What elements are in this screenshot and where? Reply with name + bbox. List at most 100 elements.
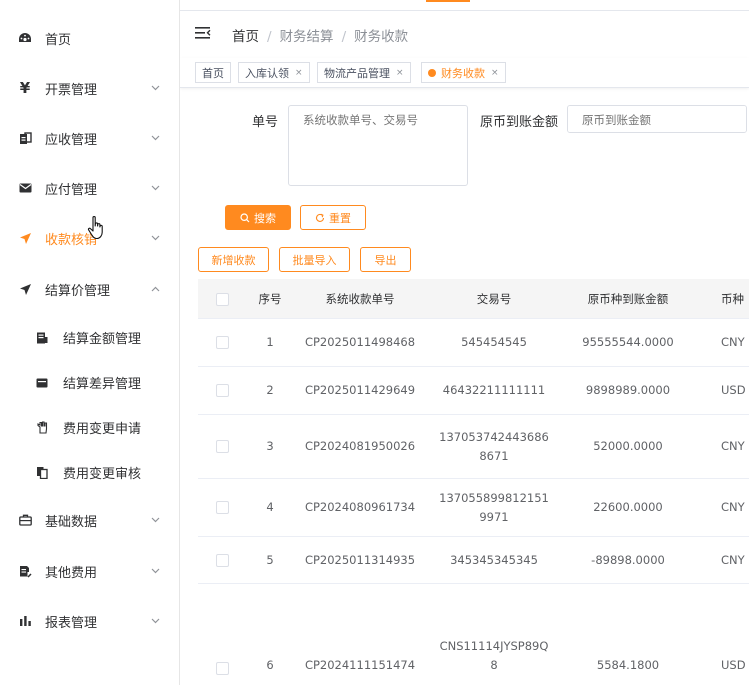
sidebar-item-other-fees[interactable]: 其他费用 <box>0 546 179 596</box>
cell-txn-no: 345345345345 <box>426 537 562 583</box>
cell-value: CP2025011314935 <box>304 552 416 567</box>
close-icon[interactable]: × <box>396 68 404 78</box>
cell-value: CP2024080961734 <box>304 500 416 514</box>
breadcrumb-separator: / <box>267 29 272 45</box>
refresh-icon <box>315 213 325 223</box>
export-button[interactable]: 导出 <box>360 247 411 272</box>
sidebar-subitem-settlement-amount[interactable]: 结算金额管理 <box>0 315 179 360</box>
table-row[interactable]: 2 CP2025011429649 46432211111111 9898989.00… <box>198 367 749 415</box>
cell-value: CP2025011498468 <box>304 335 416 349</box>
send-icon <box>17 230 33 246</box>
menu-toggle-icon[interactable] <box>195 26 211 40</box>
cell-value: 1370558998121519971 <box>439 490 549 524</box>
row-select-cell <box>198 479 246 536</box>
export-button-label: 导出 <box>374 253 397 267</box>
sidebar-item-receivables[interactable]: 应收管理 <box>0 113 179 163</box>
ledger-icon <box>35 331 49 345</box>
column-header-seq: 序号 <box>258 292 282 306</box>
cell-currency: CNY <box>694 479 749 536</box>
table-row[interactable]: 6 CP2024111151474 CNS11114JYSP89Q8 5584.180… <box>198 584 749 685</box>
active-dot-icon <box>428 68 436 77</box>
cell-receipt-no: CP2025011429649 <box>294 367 426 414</box>
main-content: 首页 / 财务结算 / 财务收款 首页 入库认领 × 物流产品管理 × 财务收款 × 单… <box>180 0 749 685</box>
sidebar-item-home[interactable]: 首页 <box>0 13 179 63</box>
cell-value: 2 <box>266 383 274 397</box>
sidebar: 首页 ¥ 开票管理 应收管理 应付管理 收款核销 结算价管理 结算金额管理 结算… <box>0 0 180 685</box>
cell-seq: 5 <box>246 537 294 583</box>
chevron-up-icon <box>150 284 160 294</box>
divider <box>180 10 749 11</box>
column-header-receipt-no: 系统收款单号 <box>325 292 395 306</box>
row-checkbox[interactable] <box>215 553 229 567</box>
search-button-label: 搜索 <box>254 211 276 225</box>
cell-value: USD <box>721 383 746 397</box>
select-all-checkbox[interactable] <box>215 292 229 306</box>
reset-button[interactable]: 重置 <box>300 205 366 230</box>
sidebar-item-payables[interactable]: 应付管理 <box>0 163 179 213</box>
close-icon[interactable]: × <box>491 68 499 78</box>
sidebar-subitem-fee-change-review[interactable]: 费用变更审核 <box>0 450 179 495</box>
row-checkbox[interactable] <box>215 336 229 349</box>
order-no-input[interactable] <box>288 105 468 186</box>
tab-inbound-claim[interactable]: 入库认领 × <box>238 62 310 83</box>
sidebar-item-reports[interactable]: 报表管理 <box>0 596 179 646</box>
cell-txn-no: CNS11114JYSP89Q8 <box>426 584 562 685</box>
row-select-cell <box>198 415 246 478</box>
select-all-cell <box>198 279 246 319</box>
row-checkbox[interactable] <box>215 501 229 514</box>
batch-import-button[interactable]: 批量导入 <box>279 247 350 272</box>
tab-home[interactable]: 首页 <box>195 62 231 83</box>
row-checkbox[interactable] <box>215 384 229 397</box>
cell-value: 52000.0000 <box>593 439 663 453</box>
cell-currency: USD <box>694 367 749 414</box>
sidebar-item-label: 首页 <box>45 32 72 48</box>
sidebar-item-settlement-price[interactable]: 结算价管理 <box>0 264 179 314</box>
yen-icon: ¥ <box>19 79 31 97</box>
sidebar-item-master-data[interactable]: 基础数据 <box>0 495 179 545</box>
cell-value: 4 <box>266 500 274 514</box>
close-icon[interactable]: × <box>295 68 303 78</box>
cell-value: 1370537424436868671 <box>439 429 549 463</box>
cell-currency: CNY <box>694 537 749 583</box>
chevron-down-icon <box>150 83 160 93</box>
table-row[interactable]: 5 CP2025011314935 345345345345 -89898.0000 C… <box>198 537 749 584</box>
order-no-label: 单号 <box>252 115 279 130</box>
cell-receipt-no: CP2025011314935 <box>294 537 426 583</box>
amount-label: 原币到账金额 <box>480 115 559 130</box>
cell-value: 9898989.0000 <box>585 383 671 397</box>
column-header-currency: 币种 <box>721 292 744 306</box>
cell-txn-no: 1370558998121519971 <box>426 479 562 536</box>
table-row[interactable]: 1 CP2025011498468 545454545 95555544.0000 CN… <box>198 319 749 367</box>
mail-icon <box>17 180 33 196</box>
document-icon <box>17 130 33 146</box>
cell-value: 22600.0000 <box>593 500 663 514</box>
cell-value: CNS11114JYSP89Q8 <box>439 639 549 672</box>
cell-receipt-no: CP2024111151474 <box>294 584 426 685</box>
chevron-down-icon <box>150 233 160 243</box>
sidebar-subitem-label: 结算差异管理 <box>63 377 142 392</box>
table-row[interactable]: 3 CP2024081950026 1370537424436868671 52000… <box>198 415 749 479</box>
row-checkbox[interactable] <box>215 662 229 675</box>
tab-finance-receipt[interactable]: 财务收款 × <box>421 62 506 83</box>
sidebar-subitem-label: 费用变更审核 <box>63 467 142 482</box>
sidebar-subitem-settlement-diff[interactable]: 结算差异管理 <box>0 360 179 405</box>
tab-label: 物流产品管理 <box>324 66 390 80</box>
table-header: 序号 系统收款单号 交易号 原币种到账金额 币种 <box>198 279 749 319</box>
reset-button-label: 重置 <box>329 211 351 225</box>
search-button[interactable]: 搜索 <box>225 205 291 230</box>
sidebar-item-label: 开票管理 <box>45 82 98 98</box>
sidebar-subitem-fee-change-request[interactable]: 费用变更申请 <box>0 405 179 450</box>
add-receipt-button[interactable]: 新增收款 <box>198 247 269 272</box>
amount-input[interactable] <box>567 105 747 133</box>
card-icon <box>35 376 49 390</box>
breadcrumb-item-home[interactable]: 首页 <box>232 29 259 45</box>
column-header-amount: 原币种到账金额 <box>587 292 669 306</box>
row-checkbox[interactable] <box>215 440 229 453</box>
table-row[interactable]: 4 CP2024080961734 1370558998121519971 22600… <box>198 479 749 537</box>
sidebar-subitem-label: 费用变更申请 <box>63 422 142 437</box>
cell-amount: 22600.0000 <box>562 479 694 536</box>
sidebar-item-label: 报表管理 <box>45 615 98 631</box>
sidebar-item-invoicing[interactable]: ¥ 开票管理 <box>0 63 179 113</box>
sidebar-item-collection-writeoff[interactable]: 收款核销 <box>0 213 179 263</box>
tab-logistics-products[interactable]: 物流产品管理 × <box>317 62 411 83</box>
